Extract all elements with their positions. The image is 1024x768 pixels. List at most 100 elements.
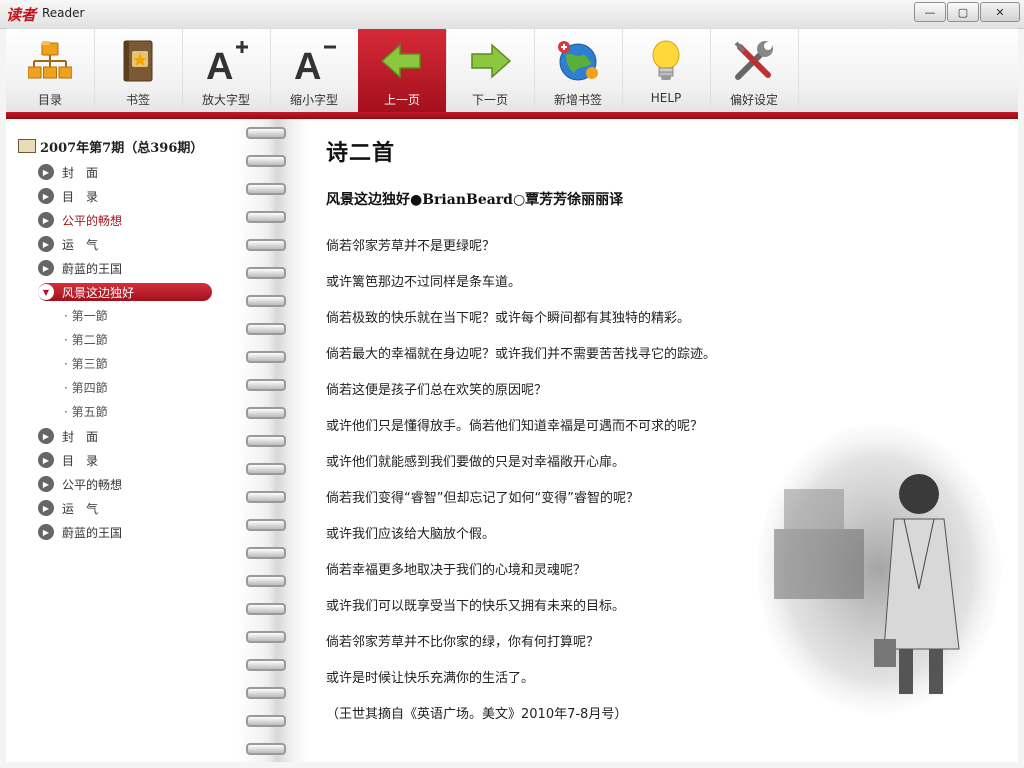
sketch-illustration [757, 424, 1001, 714]
toc-subitem-3[interactable]: · 第三節 [64, 355, 108, 372]
add-bookmark-label: 新增书签 [553, 93, 602, 107]
globe-bookmark-icon [558, 41, 598, 81]
minimize-button[interactable]: — [914, 2, 946, 22]
article-title: 诗二首 [326, 140, 396, 166]
book-icon [18, 139, 36, 153]
binder-ring [246, 267, 286, 279]
font-increase-icon: A [206, 41, 248, 83]
book-spine [238, 119, 310, 762]
toc-item-label: 目 录 [62, 189, 99, 204]
font-increase-label: 放大字型 [201, 93, 250, 107]
sitemap-icon [28, 41, 72, 79]
help-button[interactable]: HELP [622, 29, 711, 113]
prev-page-label: 上一页 [383, 93, 420, 107]
play-icon: ▶ [38, 212, 54, 228]
article-source: （王世其摘自《英语广场。美文》2010年7-8月号） [326, 707, 628, 722]
toc-item-cover[interactable]: ▶ 封 面 [38, 163, 98, 181]
binder-ring [246, 603, 286, 615]
article-paragraph: 或许篱笆那边不过同样是条车道。 [326, 275, 522, 290]
article-paragraph: 倘若最大的幸福就在身边呢？或许我们并不需要苦苦找寻它的踪迹。 [326, 347, 717, 362]
lightbulb-icon [652, 40, 680, 80]
toc-sidebar: 2007年第7期（总396期） ▶ 封 面 ▶ 目 录 ▶ 公平的畅想 ▶ 运 气 ▶ 蔚… [6, 119, 238, 762]
toc-item-scenery-selected[interactable]: ▼ 风景这边独好 [38, 283, 212, 301]
binder-ring [246, 211, 286, 223]
app-logo: 读者 [6, 6, 37, 24]
add-bookmark-button[interactable]: 新增书签 [534, 29, 623, 113]
article-paragraph: 倘若这便是孩子们总在欢笑的原因呢？ [326, 383, 548, 398]
binder-ring [246, 127, 286, 139]
article-paragraph: 倘若幸福更多地取决于我们的心境和灵魂呢？ [326, 563, 587, 578]
toc-item-luck-2[interactable]: ▶ 运 气 [38, 499, 98, 517]
article-paragraph: 倘若邻家芳草并不比你家的绿，你有何打算呢？ [326, 635, 600, 650]
toc-item-blue-kingdom[interactable]: ▶ 蔚蓝的王国 [38, 259, 122, 277]
article-paragraph: 或许是时候让快乐充满你的生活了。 [326, 671, 535, 686]
title-bar: 读者 Reader — ▢ ✕ [0, 0, 1024, 29]
binder-ring [246, 155, 286, 167]
binder-ring [246, 519, 286, 531]
binder-ring [246, 435, 286, 447]
binder-ring [246, 687, 286, 699]
play-icon: ▶ [38, 428, 54, 444]
toc-item-cover-2[interactable]: ▶ 封 面 [38, 427, 98, 445]
play-icon: ▶ [38, 476, 54, 492]
binder-ring [246, 407, 286, 419]
binder-ring [246, 631, 286, 643]
binder-ring [246, 659, 286, 671]
next-page-button[interactable]: 下一页 [446, 29, 535, 113]
toc-item-label: 运 气 [62, 237, 99, 252]
toc-item-label: 蔚蓝的王国 [62, 261, 123, 276]
preferences-button[interactable]: 偏好设定 [710, 29, 799, 113]
toc-item-label: 目 录 [62, 453, 99, 468]
toc-item-fairness-2[interactable]: ▶ 公平的畅想 [38, 475, 122, 493]
font-decrease-label: 缩小字型 [289, 93, 338, 107]
binder-ring [246, 743, 286, 755]
toc-item-luck[interactable]: ▶ 运 气 [38, 235, 98, 253]
prev-page-button[interactable]: 上一页 [358, 29, 447, 113]
preferences-label: 偏好设定 [729, 93, 778, 107]
play-icon: ▶ [38, 188, 54, 204]
font-increase-button[interactable]: A 放大字型 [182, 29, 271, 113]
bookmarks-button[interactable]: 书签 [94, 29, 183, 113]
play-icon: ▶ [38, 500, 54, 516]
toc-button[interactable]: 目录 [6, 29, 95, 113]
play-icon: ▶ [38, 452, 54, 468]
font-decrease-icon: A [294, 45, 336, 83]
window-controls: — ▢ ✕ [913, 2, 1020, 22]
binder-ring [246, 323, 286, 335]
expanded-arrow-icon: ▼ [38, 284, 54, 300]
toc-subitem-4[interactable]: · 第四節 [64, 379, 108, 396]
svg-text:A: A [206, 46, 233, 83]
binder-ring [246, 183, 286, 195]
toolbar-accent-bar [6, 112, 1018, 119]
article-paragraph: 或许我们可以既享受当下的快乐又拥有未来的目标。 [326, 599, 626, 614]
toc-item-fairness[interactable]: ▶ 公平的畅想 [38, 211, 122, 229]
article-paragraph: 或许他们就能感到我们要做的只是对幸福敞开心扉。 [326, 455, 626, 470]
toc-item-contents[interactable]: ▶ 目 录 [38, 187, 98, 205]
issue-root[interactable]: 2007年第7期（总396期） [18, 137, 203, 156]
toc-item-label: 公平的畅想 [62, 213, 123, 228]
toc-item-label: 封 面 [62, 429, 99, 444]
maximize-button[interactable]: ▢ [947, 2, 979, 22]
article-panel: 诗二首 风景这边独好●BrianBeard○覃芳芳徐丽丽译 倘若邻家芳草并不是更… [324, 119, 1004, 762]
bookmarks-label: 书签 [125, 93, 150, 107]
toc-item-contents-2[interactable]: ▶ 目 录 [38, 451, 98, 469]
binder-ring [246, 575, 286, 587]
toc-subitem-1[interactable]: · 第一節 [64, 307, 108, 324]
arrow-right-icon [471, 43, 512, 79]
close-button[interactable]: ✕ [980, 2, 1020, 22]
article-paragraph: 或许我们应该给大脑放个假。 [326, 527, 496, 542]
toc-label: 目录 [37, 93, 62, 107]
play-icon: ▶ [38, 524, 54, 540]
toc-item-label: 封 面 [62, 165, 99, 180]
toc-subitem-2[interactable]: · 第二節 [64, 331, 108, 348]
binder-ring [246, 547, 286, 559]
article-paragraph: 倘若极致的快乐就在当下呢？或许每个瞬间都有其独特的精彩。 [326, 311, 691, 326]
binder-ring [246, 295, 286, 307]
arrow-left-icon [380, 43, 421, 79]
next-page-label: 下一页 [471, 93, 508, 107]
bookmark-book-icon [123, 40, 153, 82]
font-decrease-button[interactable]: A 缩小字型 [270, 29, 359, 113]
toc-item-blue-kingdom-2[interactable]: ▶ 蔚蓝的王国 [38, 523, 122, 541]
toc-subitem-5[interactable]: · 第五節 [64, 403, 108, 420]
toc-item-label: 风景这边独好 [62, 285, 135, 300]
